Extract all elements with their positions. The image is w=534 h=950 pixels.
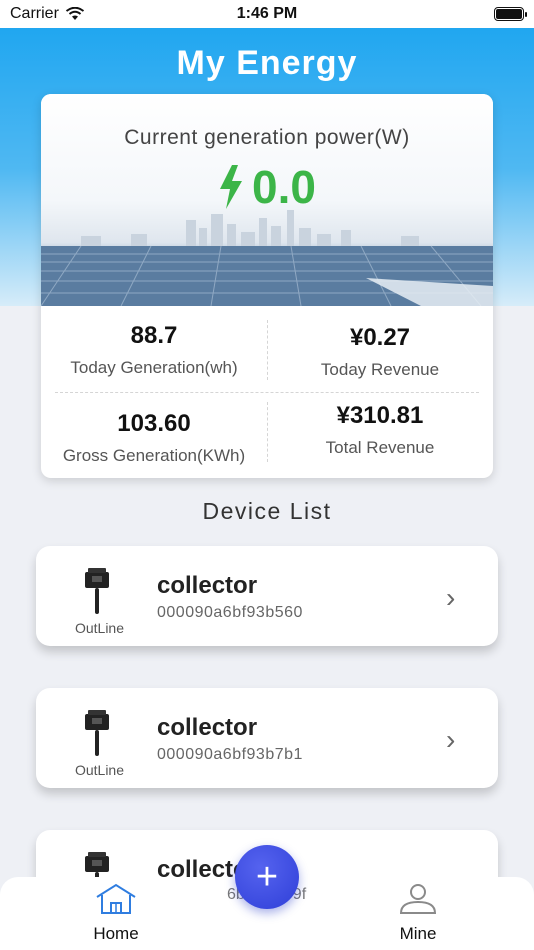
total-revenue-stat: ¥310.81 Total Revenue — [267, 402, 493, 458]
lightning-bolt-icon — [220, 165, 243, 209]
divider — [55, 392, 479, 393]
today-revenue-value: ¥0.27 — [349, 324, 411, 351]
energy-summary-card: Current generation power(W) 0.0 88.7 Tod… — [41, 94, 493, 478]
device-status: OutLine — [74, 762, 125, 778]
stats-grid: 88.7 Today Generation(wh) ¥0.27 Today Re… — [41, 306, 493, 478]
gross-generation-value: 103.60 — [117, 410, 191, 437]
add-device-button[interactable]: + — [235, 845, 299, 909]
wifi-icon — [65, 7, 84, 20]
tab-mine[interactable]: Mine — [368, 883, 468, 944]
chevron-right-icon: › — [446, 582, 456, 613]
page-title: My Energy — [176, 44, 358, 82]
current-power-label: Current generation power(W) — [124, 126, 410, 149]
home-icon — [96, 883, 136, 914]
chevron-right-icon: › — [446, 724, 456, 755]
tab-mine-label: Mine — [399, 924, 437, 943]
device-card[interactable]: OutLine collector 000090a6bf93b560 › — [36, 546, 498, 646]
current-power-value: 0.0 — [252, 161, 316, 213]
total-revenue-value: ¥310.81 — [336, 402, 424, 429]
solar-farm-image: Current generation power(W) 0.0 — [41, 94, 493, 306]
device-name: collector — [157, 714, 258, 741]
divider — [267, 320, 268, 380]
device-serial: 000090a6bf93b7b1 — [157, 746, 303, 763]
battery-icon — [494, 7, 527, 21]
divider — [267, 402, 268, 462]
today-generation-stat: 88.7 Today Generation(wh) — [41, 322, 267, 378]
collector-device-icon — [85, 710, 109, 756]
device-status: OutLine — [74, 620, 125, 636]
today-revenue-label: Today Revenue — [320, 360, 440, 379]
device-name: collector — [157, 572, 258, 599]
carrier-label: Carrier — [10, 5, 59, 22]
today-generation-value: 88.7 — [130, 322, 178, 349]
device-card[interactable]: OutLine collector 000090a6bf93b7b1 › — [36, 688, 498, 788]
device-list-title: Device List — [202, 498, 332, 524]
total-revenue-label: Total Revenue — [325, 438, 435, 457]
status-bar: Carrier 1:46 PM — [0, 0, 534, 28]
solar-panel-scene — [41, 210, 493, 306]
tab-home[interactable]: Home — [66, 883, 166, 944]
today-revenue-stat: ¥0.27 Today Revenue — [267, 324, 493, 380]
today-generation-label: Today Generation(wh) — [70, 358, 238, 377]
tab-home-label: Home — [93, 924, 139, 943]
gross-generation-stat: 103.60 Gross Generation(KWh) — [41, 410, 267, 466]
user-profile-icon — [399, 884, 437, 914]
device-serial: 000090a6bf93b560 — [157, 604, 303, 621]
gross-generation-label: Gross Generation(KWh) — [62, 446, 246, 465]
collector-device-icon — [85, 568, 109, 614]
